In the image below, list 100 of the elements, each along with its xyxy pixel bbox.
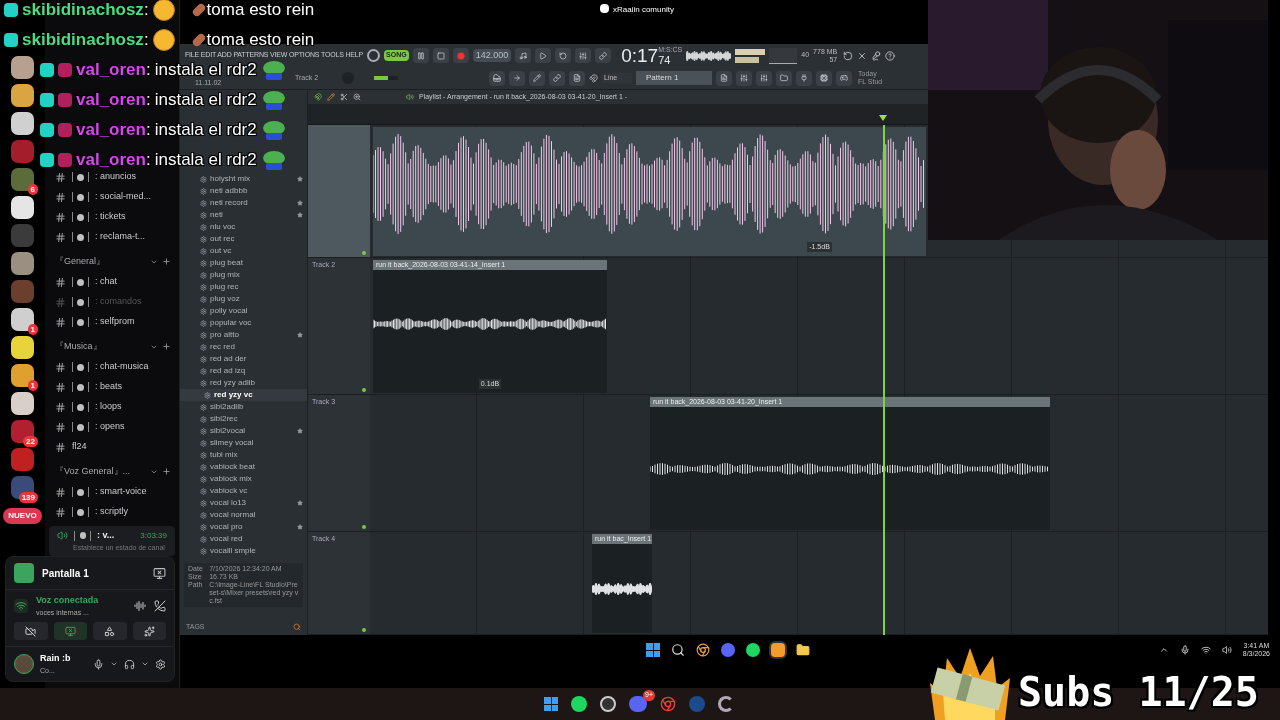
- browser-item[interactable]: holysht mix: [180, 173, 307, 185]
- headphones-icon[interactable]: [124, 658, 135, 670]
- chevron-icon[interactable]: [141, 660, 149, 668]
- step-button[interactable]: [575, 48, 592, 64]
- pause-button[interactable]: [412, 48, 429, 64]
- channel-name[interactable]: : reclama-t...: [95, 230, 145, 244]
- browser-item[interactable]: sibi2vocal: [180, 425, 307, 437]
- server-icon[interactable]: [11, 56, 34, 79]
- chat-app-icon[interactable]: [629, 696, 647, 712]
- browser-item[interactable]: tubi mix: [180, 449, 307, 461]
- browser-item[interactable]: red ad izq: [180, 365, 307, 377]
- browser-item[interactable]: vocal normal: [180, 509, 307, 521]
- browser-item[interactable]: plug rec: [180, 281, 307, 293]
- recorder-icon[interactable]: [600, 696, 616, 712]
- music-app-icon[interactable]: [571, 696, 587, 712]
- loop-button[interactable]: [595, 48, 612, 64]
- browser-item[interactable]: slimey vocal: [180, 437, 307, 449]
- volume-icon[interactable]: [1221, 645, 1232, 655]
- channel-name[interactable]: fl24: [72, 440, 87, 454]
- server-icon[interactable]: [11, 420, 34, 443]
- fruit-app-icon[interactable]: [771, 643, 785, 657]
- disconnect-icon[interactable]: [154, 600, 166, 612]
- channel-name[interactable]: : tickets: [95, 210, 126, 224]
- camera-off-button[interactable]: [14, 622, 48, 640]
- noise-suppression-icon[interactable]: [134, 600, 146, 612]
- browser-item[interactable]: popular voc: [180, 317, 307, 329]
- arrow-button[interactable]: [509, 70, 525, 86]
- browser-item[interactable]: vocal pro: [180, 521, 307, 533]
- undo-icon[interactable]: [843, 50, 854, 61]
- browser-item[interactable]: nlu voc: [180, 221, 307, 233]
- browser-item[interactable]: vocal red: [180, 533, 307, 545]
- playlist-button[interactable]: [716, 70, 732, 86]
- pencil-button[interactable]: [529, 70, 545, 86]
- browser-item[interactable]: vablock mix: [180, 473, 307, 485]
- tempo-display[interactable]: 142.000: [472, 49, 512, 63]
- channel-name[interactable]: : selfprom: [95, 315, 135, 329]
- browser-item[interactable]: vocal lo13: [180, 497, 307, 509]
- server-icon[interactable]: [11, 364, 34, 387]
- channel-name[interactable]: : smart-voice: [95, 485, 147, 499]
- channel-name[interactable]: : loops: [95, 400, 122, 414]
- browser-item[interactable]: plug voz: [180, 293, 307, 305]
- browser-item[interactable]: vablock beat: [180, 461, 307, 473]
- stop-button[interactable]: [432, 48, 449, 64]
- channel-name[interactable]: : beats: [95, 380, 123, 394]
- help-icon[interactable]: [885, 50, 896, 61]
- microphone-icon[interactable]: [1179, 645, 1190, 655]
- master-pitch-slider[interactable]: [374, 76, 399, 81]
- server-icon[interactable]: [11, 84, 34, 107]
- mixer-button[interactable]: [756, 70, 772, 86]
- search-icon[interactable]: [671, 643, 685, 657]
- gamepad-button[interactable]: [836, 70, 852, 86]
- add-icon[interactable]: [162, 467, 171, 476]
- server-icon[interactable]: [11, 392, 34, 415]
- chevron-icon[interactable]: [110, 660, 118, 668]
- microphone-icon[interactable]: [871, 50, 882, 61]
- browser-item[interactable]: sibi2rec: [180, 413, 307, 425]
- browser-item[interactable]: red yzy vc: [180, 389, 307, 401]
- server-icon[interactable]: [11, 308, 34, 331]
- pitch-knob-icon[interactable]: [367, 49, 380, 63]
- close-icon[interactable]: [857, 50, 868, 61]
- settings-icon[interactable]: [155, 658, 166, 670]
- channel-rack-button[interactable]: [736, 70, 752, 86]
- music-app-icon[interactable]: [746, 643, 760, 657]
- browser-icon[interactable]: [696, 643, 710, 657]
- category-label[interactable]: 『General』: [55, 254, 106, 269]
- category-label[interactable]: 『Musica』: [55, 339, 102, 354]
- channel-name[interactable]: : chat: [95, 275, 117, 289]
- magnet-icon[interactable]: [589, 73, 598, 83]
- pencil-icon[interactable]: [327, 93, 335, 101]
- soundboard-button[interactable]: [132, 622, 166, 640]
- wait-button[interactable]: [535, 48, 552, 64]
- browser-item[interactable]: neti record: [180, 197, 307, 209]
- record-button[interactable]: [452, 48, 469, 64]
- browser-item[interactable]: vocalll smple: [180, 545, 307, 557]
- link-button[interactable]: [549, 70, 565, 86]
- metronome-button[interactable]: [515, 48, 532, 64]
- scissors-icon[interactable]: [340, 93, 348, 101]
- browser-item[interactable]: plug mix: [180, 269, 307, 281]
- channel-name[interactable]: : anuncios: [95, 170, 137, 184]
- server-icon[interactable]: [11, 112, 34, 135]
- category-label[interactable]: 『Voz General』...: [55, 464, 131, 479]
- browser-item[interactable]: out vc: [180, 245, 307, 257]
- user-avatar[interactable]: [14, 654, 34, 674]
- cpu-button[interactable]: [816, 70, 832, 86]
- channel-name[interactable]: : scriptly: [95, 505, 128, 519]
- pattern-selector[interactable]: Pattern 1: [636, 71, 712, 86]
- browser-item[interactable]: neti: [180, 209, 307, 221]
- countdown-button[interactable]: [555, 48, 572, 64]
- stamp-button[interactable]: [569, 70, 585, 86]
- server-icon[interactable]: [11, 196, 34, 219]
- add-icon[interactable]: [162, 342, 171, 351]
- browser-item[interactable]: out rec: [180, 233, 307, 245]
- chat-app-icon[interactable]: [721, 643, 735, 657]
- screen-share-button[interactable]: [53, 622, 87, 640]
- browser-item[interactable]: neti adbbb: [180, 185, 307, 197]
- browser-item[interactable]: vablock vc: [180, 485, 307, 497]
- browser-item[interactable]: red ad der: [180, 353, 307, 365]
- server-icon[interactable]: [11, 168, 34, 191]
- start-button[interactable]: [544, 697, 558, 711]
- browser-item[interactable]: rec red: [180, 341, 307, 353]
